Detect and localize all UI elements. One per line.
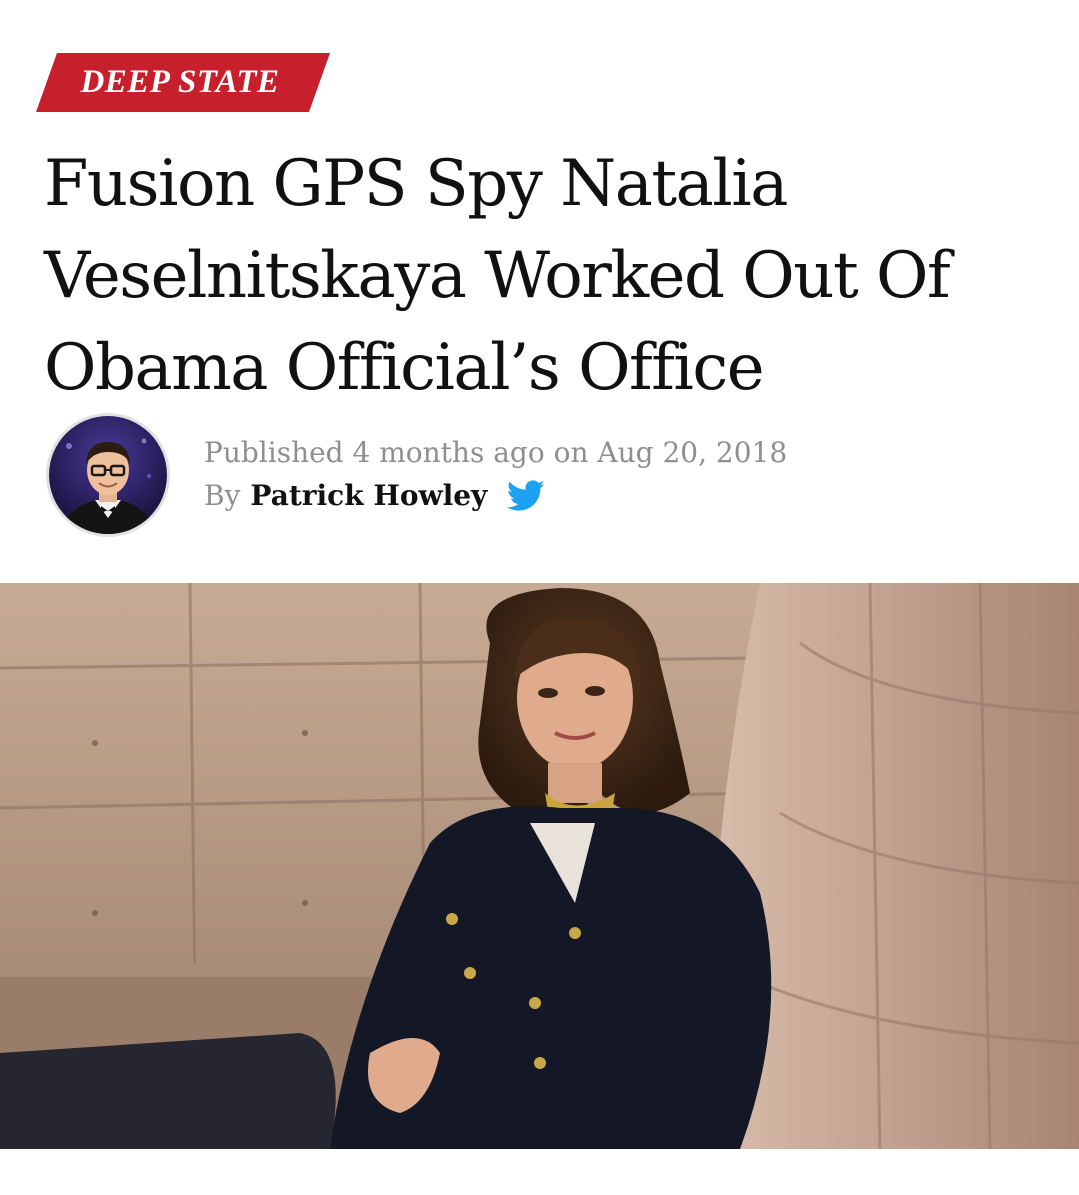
by-label: By <box>204 479 241 512</box>
author-avatar[interactable] <box>46 413 170 537</box>
published-date: Aug 20, 2018 <box>597 436 788 469</box>
published-relative: 4 months ago <box>352 436 545 469</box>
twitter-bird-icon[interactable] <box>507 480 545 512</box>
category-badge[interactable]: DEEP STATE <box>36 53 330 112</box>
published-prefix: Published <box>204 436 344 469</box>
published-on: on <box>553 436 589 469</box>
hero-image <box>0 583 1079 1149</box>
article-meta: Published 4 months ago on Aug 20, 2018 B… <box>204 433 787 516</box>
author-name-link[interactable]: Patrick Howley <box>250 476 487 516</box>
byline: By Patrick Howley <box>204 476 787 516</box>
publish-info: Published 4 months ago on Aug 20, 2018 <box>204 433 787 473</box>
article-headline: Fusion GPS Spy Natalia Veselnitskaya Wor… <box>44 147 951 405</box>
category-label: DEEP STATE <box>80 64 280 100</box>
